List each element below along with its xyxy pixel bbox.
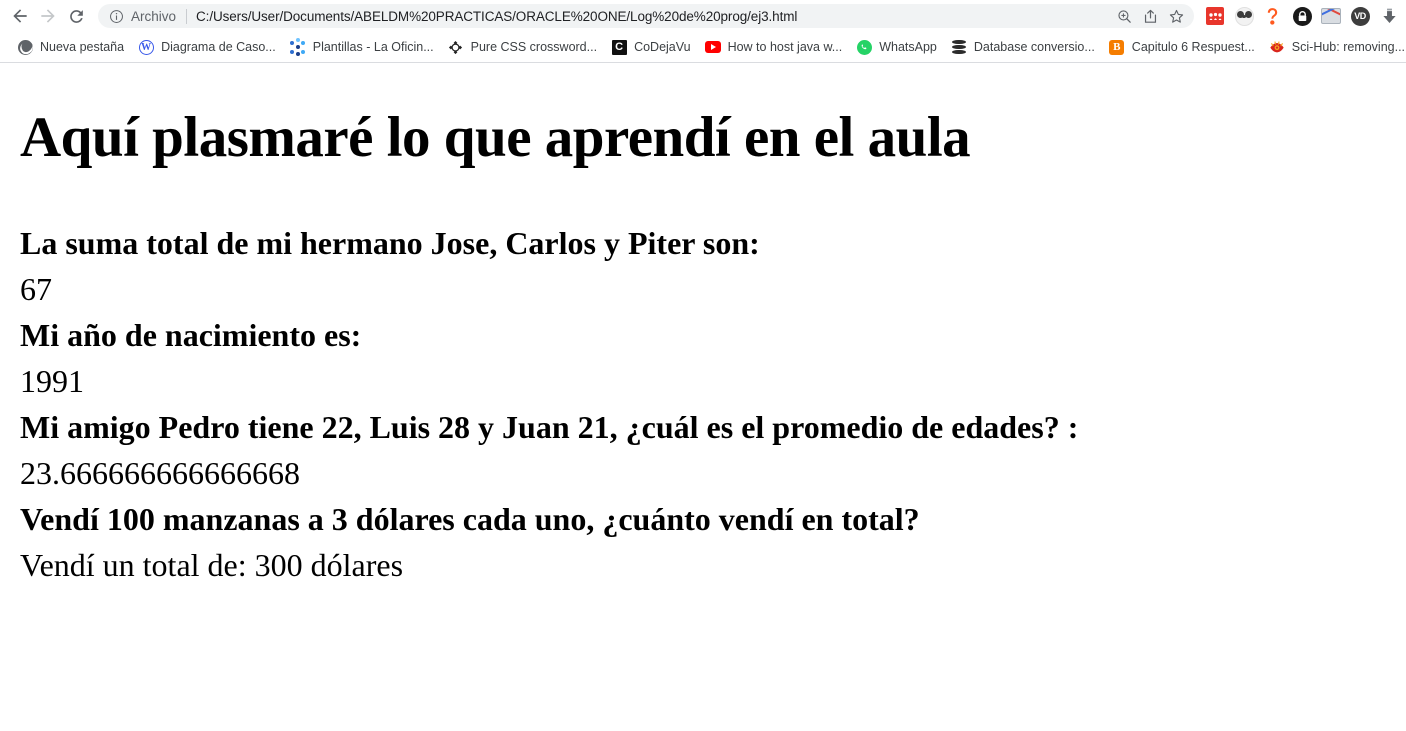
reload-button[interactable] [62,2,90,30]
bookmark-label: Capitulo 6 Respuest... [1131,40,1255,54]
forward-arrow-icon [41,9,55,23]
bookmark-label: Diagrama de Caso... [161,40,276,54]
qa-question: Vendí 100 manzanas a 3 dólares cada uno,… [20,501,920,538]
bookmark-label: CoDejaVu [634,40,691,54]
mail-extension-icon[interactable] [1318,3,1344,29]
back-arrow-icon [13,9,27,23]
bookmark-label: Database conversio... [973,40,1095,54]
bookmark-pure-css-crossword[interactable]: Pure CSS crossword... [441,35,604,59]
qa-question: Mi amigo Pedro tiene 22, Luis 28 y Juan … [20,409,1079,446]
page-title: Aquí plasmaré lo que aprendí en el aula [20,106,971,169]
bookmark-whatsapp[interactable]: WhatsApp [849,35,944,59]
qa-answer: 67 [20,270,52,307]
info-circle-icon[interactable] [108,8,124,24]
bookmark-plantillas-la-oficina[interactable]: Plantillas - La Oficin... [283,35,441,59]
bookmark-label: WhatsApp [879,40,937,54]
zoom-in-icon[interactable] [1112,4,1136,28]
qa-entry: Mi amigo Pedro tiene 22, Luis 28 y Juan … [20,404,1398,496]
database-favicon [951,39,967,55]
forward-button[interactable] [34,2,62,30]
bookmark-sci-hub[interactable]: Sci-Hub: removing... [1262,35,1406,59]
qa-entry: La suma total de mi hermano Jose, Carlos… [20,220,1398,312]
browser-chrome: Archivo C:/Users/User/Documents/ABELDM%2… [0,0,1406,63]
youtube-favicon [704,39,721,55]
browser-toolbar: Archivo C:/Users/User/Documents/ABELDM%2… [0,0,1406,32]
qa-entry: Vendí 100 manzanas a 3 dólares cada uno,… [20,496,1398,588]
bookmark-codejavu[interactable]: C CoDejaVu [604,35,698,59]
qa-entry: Mi año de nacimiento es: 1991 [20,312,1398,404]
bookmark-star-icon[interactable] [1164,4,1188,28]
omnibox-actions [1112,4,1190,28]
share-icon[interactable] [1138,4,1162,28]
bookmark-label: How to host java w... [727,40,843,54]
css-badge-favicon [448,39,464,55]
bookmark-label: Plantillas - La Oficin... [312,40,434,54]
keeper-extension-icon[interactable] [1260,3,1286,29]
adblock-extension-icon[interactable] [1289,3,1315,29]
bookmark-label: Nueva pestaña [40,40,125,54]
bookmark-diagrama-de-caso[interactable]: W Diagrama de Caso... [131,35,283,59]
bookmark-capitulo-6-respuestas[interactable]: B Capitulo 6 Respuest... [1102,35,1262,59]
page-content: Aquí plasmaré lo que aprendí en el aula … [0,63,1406,731]
qa-answer: Vendí un total de: 300 dólares [20,547,404,584]
qa-question: La suma total de mi hermano Jose, Carlos… [20,224,760,261]
qa-answer: 23.666666666666668 [20,455,300,492]
qa-list: La suma total de mi hermano Jose, Carlos… [20,220,1398,589]
qa-answer: 1991 [20,363,84,400]
bookmark-label: Sci-Hub: removing... [1291,40,1406,54]
bookmarks-bar: Nueva pestaña W Diagrama de Caso... Plan… [0,32,1406,62]
omnibox-url-text[interactable]: C:/Users/User/Documents/ABELDM%20PRACTIC… [196,9,1112,24]
bookmark-how-to-host-java[interactable]: How to host java w... [698,35,850,59]
wordpress-favicon: W [138,39,154,55]
bookmark-database-conversion[interactable]: Database conversio... [944,35,1102,59]
omnibox[interactable]: Archivo C:/Users/User/Documents/ABELDM%2… [98,4,1194,28]
globe-favicon [17,39,33,55]
codejavu-favicon: C [611,39,627,55]
mendeley-extension-icon[interactable] [1202,3,1228,29]
back-button[interactable] [6,2,34,30]
omnibox-scheme-label: Archivo [131,8,177,24]
omnibox-divider [186,8,188,24]
downloads-icon[interactable] [1376,3,1402,29]
bookmark-nueva-pestana[interactable]: Nueva pestaña [10,35,131,59]
reload-icon [69,9,83,23]
blogger-favicon: B [1109,39,1125,55]
qa-question: Mi año de nacimiento es: [20,317,362,353]
bookmark-label: Pure CSS crossword... [470,40,598,54]
panda-extension-icon[interactable] [1231,3,1257,29]
vd-extension-icon[interactable]: VD [1347,3,1373,29]
extension-icons: VD [1200,3,1402,29]
whatsapp-favicon [856,39,872,55]
dots-favicon [290,37,306,56]
scihub-favicon [1269,39,1285,55]
